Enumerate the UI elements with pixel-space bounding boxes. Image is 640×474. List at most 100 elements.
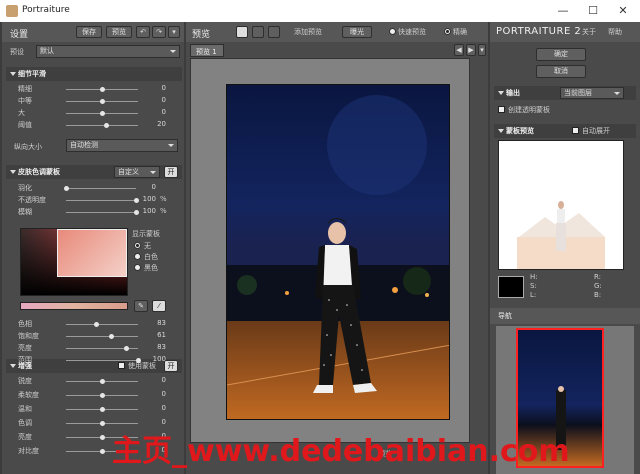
slider-value: 0 [161,390,166,398]
undo-icon[interactable]: ↶ [136,26,150,38]
slider-knob[interactable] [109,334,115,339]
mask-option-label: 白色 [144,253,158,261]
h-label: H: [530,273,538,281]
slider-knob[interactable] [100,99,105,104]
slider-track[interactable] [66,212,136,213]
mask-option-radio[interactable] [134,264,141,271]
nav-header: 导航 [490,308,640,324]
detail-section-header[interactable]: 细节平滑 [6,67,182,81]
slider-track[interactable] [66,360,138,361]
slider-knob[interactable] [94,322,100,327]
slider-label: 对比度 [18,447,39,455]
slider-label: 亮度 [18,344,32,352]
preset-value: 默认 [40,47,54,55]
brand-title: PORTRAITURE 2 [496,26,582,37]
settings-header: 设置 保存 预览 ↶ ↷ ▾ [2,22,184,42]
split-horizontal-icon[interactable] [252,26,264,38]
slider-knob[interactable] [123,346,129,351]
cancel-button[interactable]: 取消 [536,65,586,78]
slider-value: 20 [157,120,166,128]
g-label: G: [594,282,602,290]
close-button[interactable]: ✕ [612,2,634,20]
mask-preview-section-header[interactable]: 蒙板预览 [494,124,636,138]
preset-dropdown[interactable]: 默认 [36,45,180,58]
redo-icon[interactable]: ↷ [152,26,166,38]
mask-option-radio[interactable] [134,253,141,260]
exposure-button[interactable]: 曝光 [342,26,372,38]
create-mask-checkbox[interactable] [498,106,505,113]
slider-knob[interactable] [104,123,110,128]
slider-value: 0 [161,84,166,92]
size-value: 自动检测 [70,141,98,149]
preview-button[interactable]: 预览 [106,26,132,38]
settings-panel: 设置 保存 预览 ↶ ↷ ▾ 预设 默认 细节平滑 纵向大小 自动检测 皮肤色调… [2,22,184,474]
slider-track[interactable] [66,324,138,325]
collapse-icon [498,91,504,95]
slider-knob[interactable] [100,379,105,384]
enhance-on-toggle[interactable]: 开 [164,360,178,372]
slider-knob[interactable] [100,407,105,412]
size-dropdown[interactable]: 自动检测 [66,139,178,152]
header-menu-icon[interactable]: ▾ [168,26,180,38]
slider-track[interactable] [66,125,138,126]
ok-button[interactable]: 确定 [536,48,586,61]
tab-label: 预览 1 [196,48,217,56]
slider-value: 0 [161,96,166,104]
slider-track[interactable] [66,188,136,189]
precise-radio[interactable] [444,28,451,35]
slider-knob[interactable] [100,393,105,398]
slider-label: 不透明度 [18,196,46,204]
skin-mode-dropdown[interactable]: 自定义 [114,166,160,178]
mask-option-radio[interactable] [134,242,141,249]
minimize-button[interactable]: — [552,2,574,20]
about-link[interactable]: 关于 [582,27,596,37]
help-link[interactable]: 帮助 [608,27,622,37]
chevron-down-icon [614,92,620,95]
chevron-down-icon [150,171,156,174]
fast-preview-radio[interactable] [389,28,396,35]
tab-prev-icon[interactable]: ◀ [454,44,464,56]
slider-knob[interactable] [100,449,105,454]
split-vertical-icon[interactable] [268,26,280,38]
slider-track[interactable] [66,336,138,337]
tab-menu-icon[interactable]: ▾ [478,44,486,56]
slider-value: 61 [157,331,166,339]
slider-knob[interactable] [100,111,105,116]
slider-label: 精细 [18,85,32,93]
r-label: R: [594,273,602,281]
color-picker[interactable] [20,228,128,296]
tab-preview-1[interactable]: 预览 1 [190,44,224,57]
slider-label: 温和 [18,405,32,413]
add-preview-button[interactable]: 添加预览 [294,27,322,37]
mask-option-label: 无 [144,242,151,250]
slider-knob[interactable] [100,87,105,92]
tab-next-icon[interactable]: ▶ [466,44,476,56]
slider-knob[interactable] [136,358,141,363]
slider-value: 83 [157,319,166,327]
s-label: S: [530,282,537,290]
output-value: 当前图层 [564,89,592,97]
precise-label: 精确 [453,28,467,36]
slider-label: 柔软度 [18,391,39,399]
chevron-down-icon [168,144,174,147]
save-button[interactable]: 保存 [76,26,102,38]
settings-title: 设置 [10,30,29,40]
eyedropper-add-icon[interactable]: ⁄ [152,300,166,312]
skin-on-toggle[interactable]: 开 [164,166,178,178]
use-mask-checkbox[interactable] [118,362,125,369]
slider-knob[interactable] [100,435,105,440]
single-view-icon[interactable] [236,26,248,38]
auto-expand-checkbox[interactable] [572,127,579,134]
mask-thumbnail-image [499,141,623,269]
maximize-button[interactable]: ☐ [582,2,604,20]
auto-expand-label: 自动展开 [582,127,610,135]
eyedropper-icon[interactable]: ✎ [134,300,148,312]
slider-track[interactable] [66,200,136,201]
slider-knob[interactable] [64,186,69,191]
preview-photo[interactable] [226,84,450,420]
slider-label: 饱和度 [18,332,39,340]
skin-mode-value: 自定义 [118,168,139,176]
hue-range-bar[interactable] [20,302,128,310]
slider-knob[interactable] [100,421,105,426]
output-dropdown[interactable]: 当前图层 [560,87,624,99]
